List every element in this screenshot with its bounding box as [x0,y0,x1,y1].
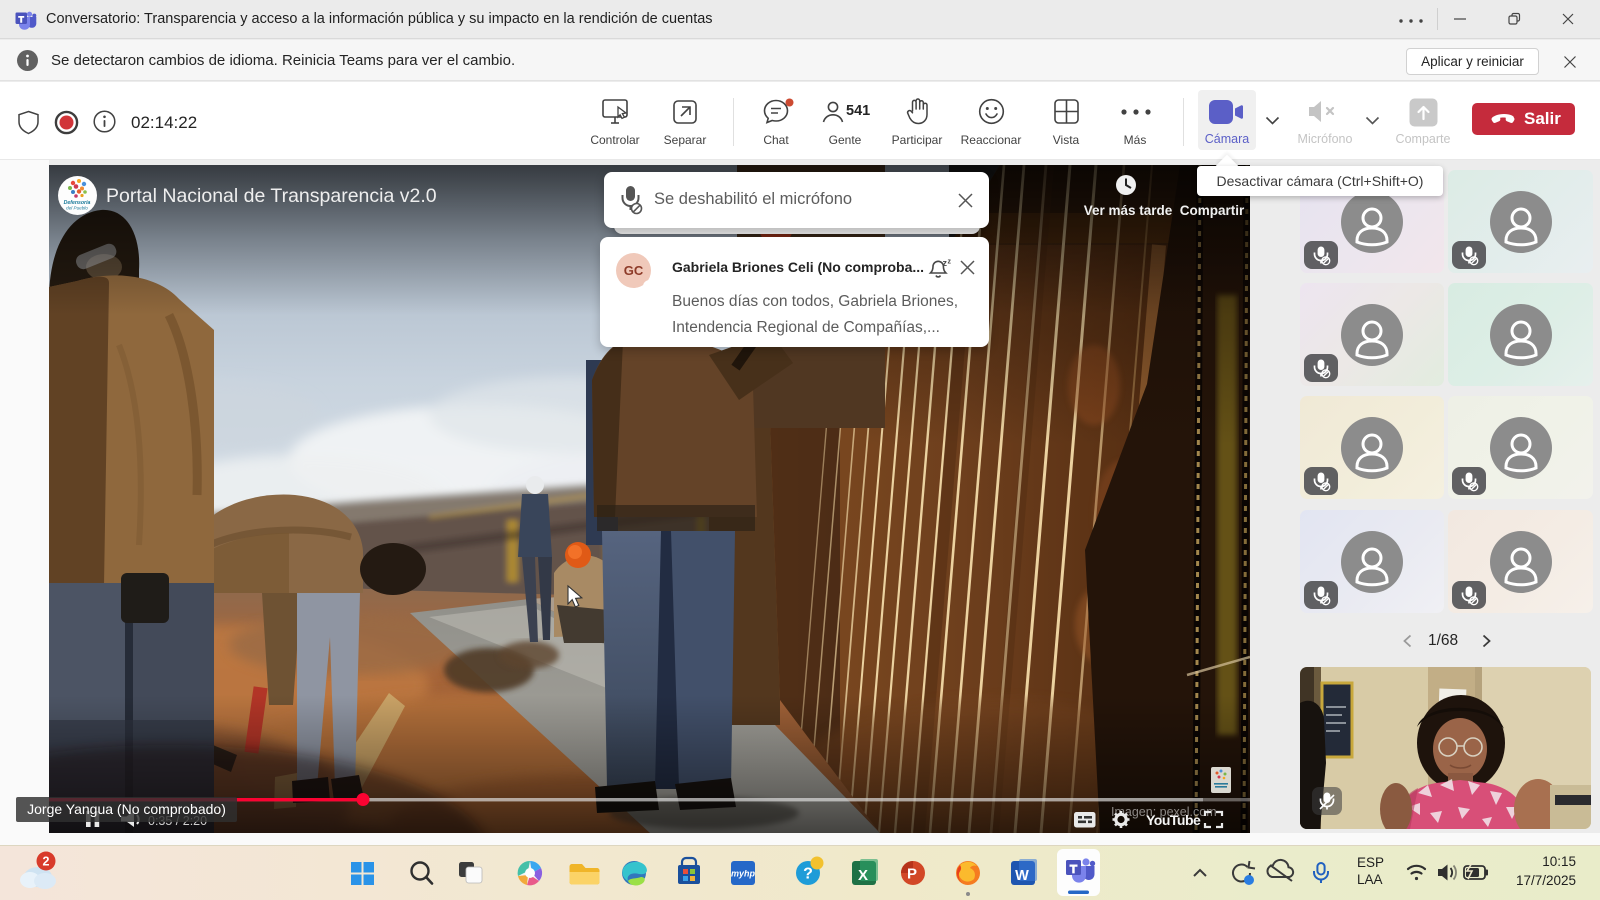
svg-text:X: X [858,867,868,884]
svg-text:z: z [948,259,952,266]
svg-text:10:15: 10:15 [1542,854,1576,869]
svg-text:17/7/2025: 17/7/2025 [1516,873,1576,888]
svg-text:myhp: myhp [731,869,756,879]
svg-text:W: W [1015,868,1029,884]
svg-text:LAA: LAA [1357,872,1383,887]
svg-text:?: ? [803,866,813,883]
svg-text:2: 2 [43,855,50,869]
svg-text:ESP: ESP [1357,855,1384,870]
svg-text:P: P [907,866,917,883]
